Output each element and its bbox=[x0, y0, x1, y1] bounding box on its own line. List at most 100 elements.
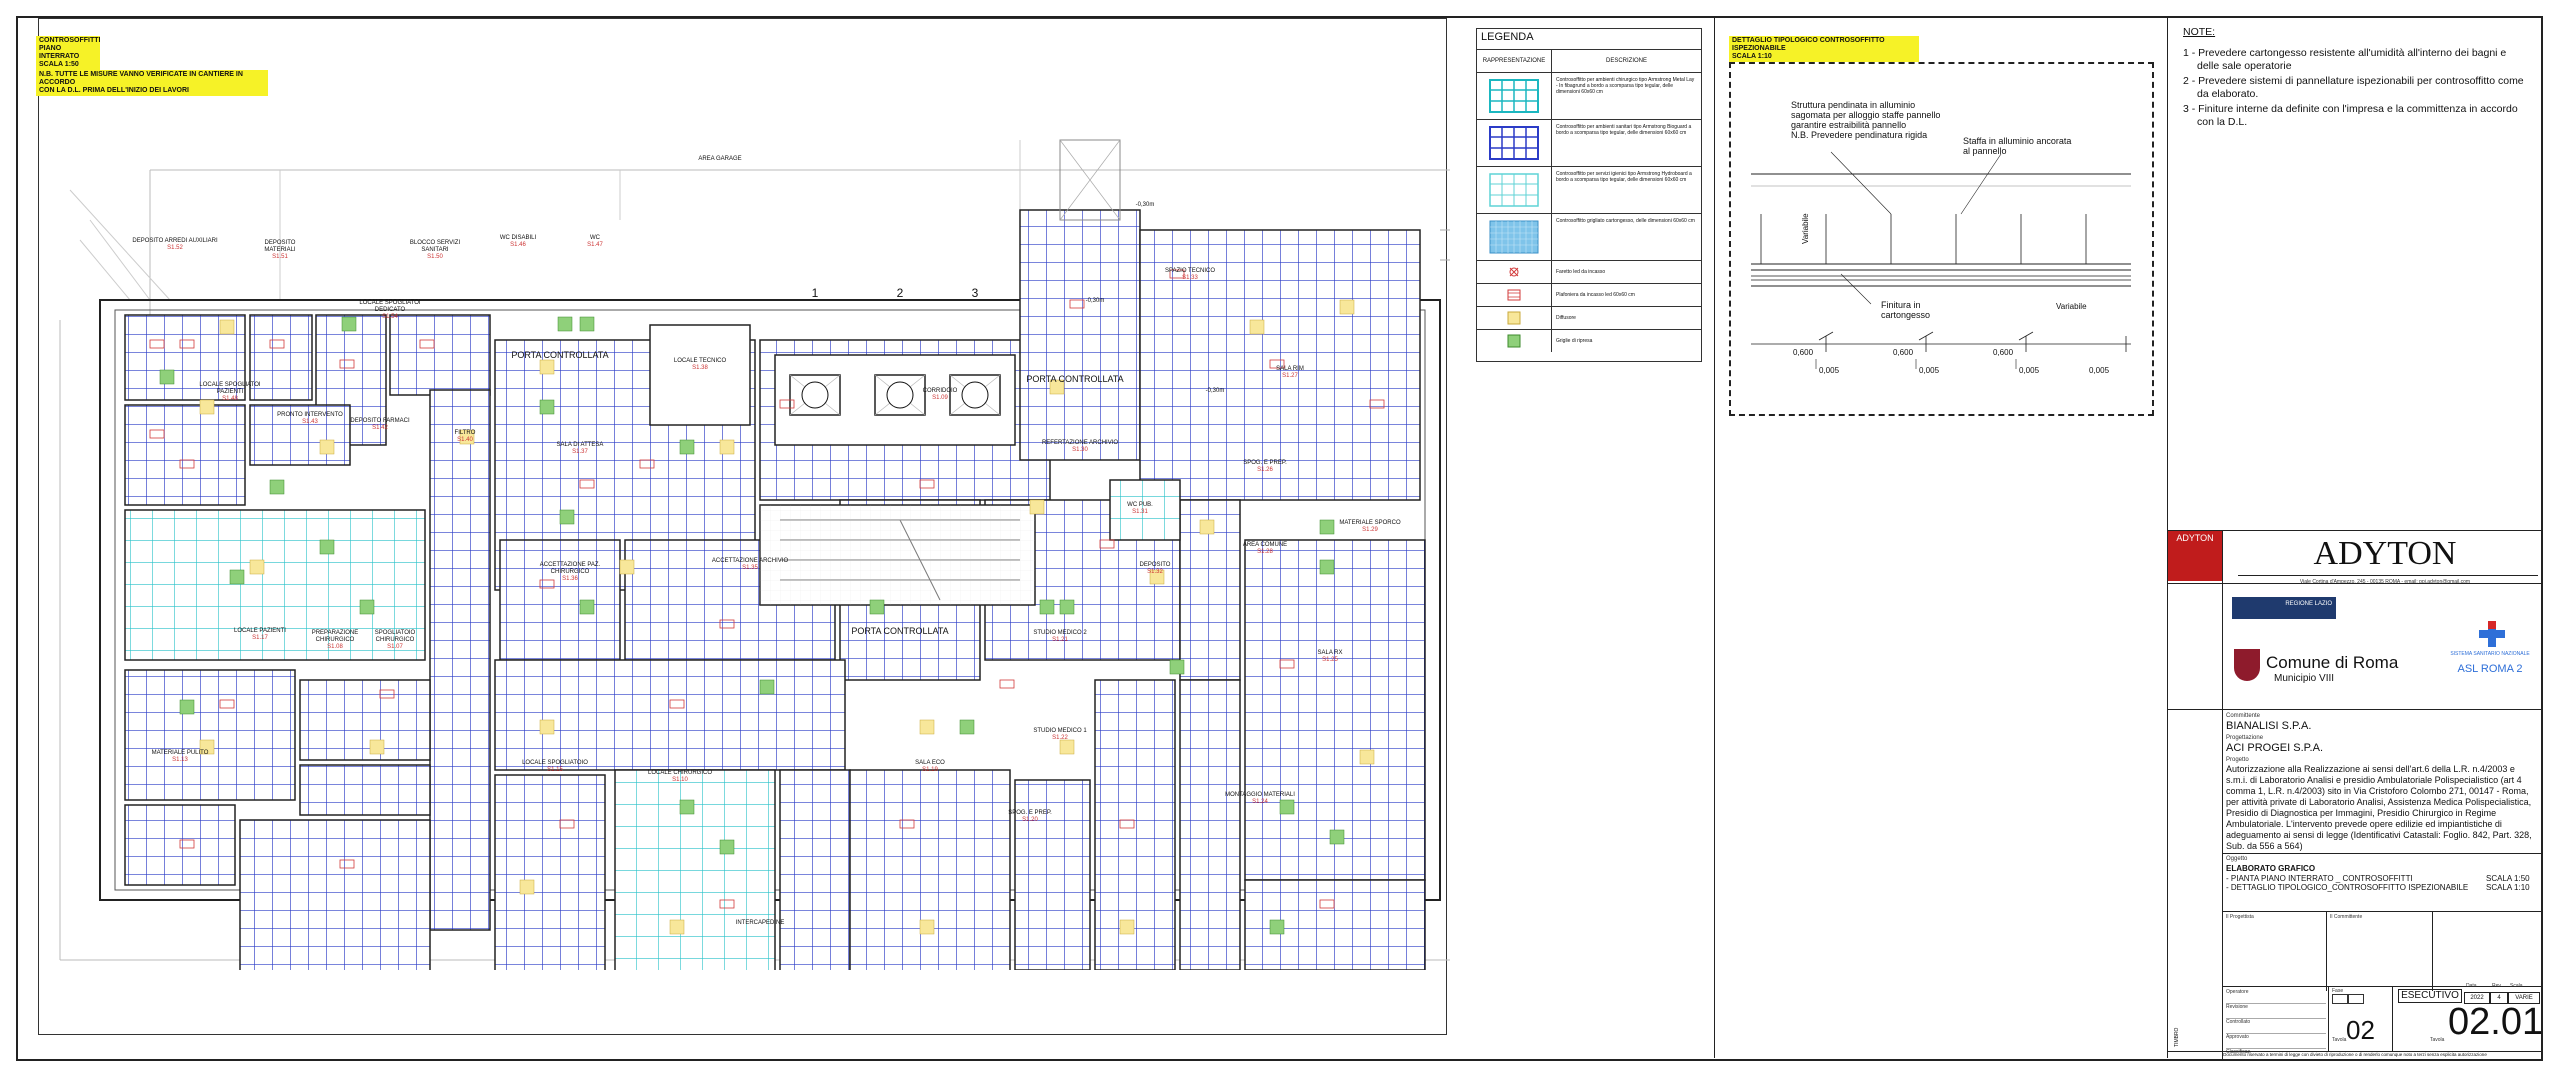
room-code: S1.40 bbox=[457, 437, 473, 443]
room-name: AREA COMUNE bbox=[1242, 542, 1288, 548]
elaborato-title: ELABORATO GRAFICO bbox=[2226, 864, 2316, 873]
room-name: STUDIO MEDICO 2 bbox=[1033, 630, 1087, 636]
room-code: S1.51 bbox=[272, 254, 288, 260]
room-code: S1.15 bbox=[547, 767, 563, 773]
legend-row: Griglie di ripresa bbox=[1477, 330, 1701, 352]
legend-description: Controsoffitto per ambienti chirurgico t… bbox=[1556, 77, 1695, 95]
warning-note-line: CON LA D.L. PRIMA DELL'INIZIO DEI LAVORI bbox=[39, 87, 189, 94]
room-name: ACCETTAZIONE ARCHIVIO bbox=[711, 558, 789, 564]
elevation-mark: -0,30m bbox=[1085, 298, 1105, 304]
room-label: STUDIO MEDICO 2 S1.21 bbox=[1020, 630, 1100, 644]
room-label: MATERIALE SPORCO S1.29 bbox=[1330, 520, 1410, 534]
legend-col-representation: RAPPRESENTAZIONE bbox=[1477, 50, 1552, 72]
room-name: WC bbox=[590, 235, 600, 241]
room-label: LOCALE SPOGLIATOI PAZIENTI S1.48 bbox=[195, 382, 265, 403]
room-label: SALA RX S1.25 bbox=[1300, 650, 1360, 664]
room-label: CORRIDOIO S1.09 bbox=[910, 388, 970, 402]
municipio-name: Municipio VIII bbox=[2274, 673, 2335, 684]
legend: LEGENDA RAPPRESENTAZIONE DESCRIZIONE Con… bbox=[1476, 28, 1702, 362]
room-label: DEPOSITO FARMACI S1.42 bbox=[350, 418, 410, 432]
oggetto-line-1: - PIANTA PIANO INTERRATO _ CONTROSOFFITT… bbox=[2226, 874, 2413, 883]
legend-row: Controsoffitto per servizi igienici tipo… bbox=[1477, 167, 1701, 214]
room-code: S1.29 bbox=[1362, 527, 1378, 533]
room-label: WC S1.47 bbox=[580, 235, 610, 249]
grid-solid-icon bbox=[1489, 220, 1539, 254]
legend-header: RAPPRESENTAZIONE DESCRIZIONE bbox=[1477, 50, 1701, 73]
scale-header: Scala bbox=[2510, 983, 2523, 989]
row-divider bbox=[2168, 709, 2542, 710]
stamp-label: TIMBRO bbox=[2174, 1027, 2180, 1047]
room-name: WC PUB. bbox=[1127, 502, 1153, 508]
room-code: S1.13 bbox=[172, 757, 188, 763]
room-label: AREA COMUNE S1.28 bbox=[1235, 542, 1295, 556]
tavola-code-label: Tavola bbox=[2430, 1037, 2445, 1043]
room-name: LOCALE CHIRURGICO bbox=[647, 770, 712, 776]
room-code: S1.21 bbox=[1052, 637, 1068, 643]
note-item: 1 - Prevedere cartongesso resistente all… bbox=[2183, 47, 2507, 72]
oggetto-label: Oggetto bbox=[2226, 856, 2248, 862]
room-code: S1.48 bbox=[222, 396, 238, 402]
detail-note-line: garantire estraibilità pannello bbox=[1791, 120, 1907, 130]
progetto-label: Progetto bbox=[2226, 757, 2249, 763]
detail-note-line: N.B. Prevedere pendinatura rigida bbox=[1791, 130, 1928, 140]
row-divider bbox=[2222, 853, 2542, 854]
diffuser-icon bbox=[1507, 311, 1521, 325]
room-label: LOCALE CHIRURGICO S1.10 bbox=[640, 770, 720, 784]
room-name: FILTRO bbox=[454, 430, 476, 436]
floor-plan: AREA GARAGE INTERCAPEDINE LOCALE TECNICO… bbox=[20, 100, 1460, 981]
legend-row: Plafoniera da incasso led 60x60 cm bbox=[1477, 284, 1701, 307]
col-divider bbox=[2328, 986, 2329, 1051]
legend-row: Controsoffitto per ambienti chirurgico t… bbox=[1477, 73, 1701, 120]
room-name: DEPOSITO bbox=[1139, 562, 1171, 568]
room-label: BLOCCO SERVIZI SANITARI S1.50 bbox=[400, 240, 470, 261]
room-label: SPAZIO TECNICO S1.33 bbox=[1145, 268, 1235, 282]
room-code: S1.08 bbox=[327, 644, 343, 650]
room-label: PREPARAZIONE CHIRURGICO S1.08 bbox=[305, 630, 365, 651]
room-label: DEPOSITO S1.32 bbox=[1130, 562, 1180, 576]
legend-row: Faretto led da incasso bbox=[1477, 261, 1701, 284]
locale-tecnico-label: LOCALE TECNICO S1.38 bbox=[650, 358, 750, 372]
row-divider bbox=[2222, 911, 2542, 912]
spotlight-icon bbox=[1509, 267, 1519, 277]
room-name: SALA DI ATTESA bbox=[556, 442, 604, 448]
progetto-description: Autorizzazione alla Realizzazione ai sen… bbox=[2226, 764, 2532, 851]
warning-note-box: N.B. TUTTE LE MISURE VANNO VERIFICATE IN… bbox=[36, 70, 268, 96]
variabile-label-right: Variabile bbox=[2056, 302, 2087, 311]
detail-note-finish: Finitura in cartongesso bbox=[1881, 300, 1930, 320]
porta-controllata-label: PORTA CONTROLLATA bbox=[511, 350, 609, 360]
room-name: LOCALE SPOGLIATOI DEDICATO bbox=[359, 300, 421, 313]
detail-title-line: DETTAGLIO TIPOLOGICO CONTROSOFFITTO ISPE… bbox=[1732, 37, 1885, 52]
detail-note-line: Staffa in alluminio ancorata bbox=[1963, 136, 2072, 146]
committente-value: BIANALISI S.P.A. bbox=[2226, 720, 2312, 732]
room-code: S1.10 bbox=[672, 777, 688, 783]
room-name: SPOG. E PREP. bbox=[1243, 460, 1287, 466]
room-name: MONTAGGIO MATERIALI bbox=[1225, 792, 1295, 798]
room-name: WC DISABILI bbox=[499, 235, 537, 241]
legend-description: Controsoffitto per servizi igienici tipo… bbox=[1556, 171, 1692, 183]
room-label: LOCALE SPOGLIATOI DEDICATO S1.54 bbox=[355, 300, 425, 321]
room-label: SPOG. E PREP. S1.26 bbox=[1235, 460, 1295, 474]
detail-note-line: al pannello bbox=[1963, 146, 2007, 156]
title-block: ADYTON ADYTON Viale Cortina d'Ampezzo, 2… bbox=[2168, 530, 2543, 1059]
room-code: S1.31 bbox=[1132, 509, 1148, 515]
warning-note-line: N.B. TUTTE LE MISURE VANNO VERIFICATE IN… bbox=[39, 71, 243, 86]
grid-cyan-icon bbox=[1489, 79, 1539, 113]
room-name: CORRIDOIO bbox=[922, 388, 958, 394]
room-label: SALA RIM S1.27 bbox=[1260, 366, 1320, 380]
room-label: FILTRO S1.40 bbox=[440, 430, 490, 444]
room-name: PREPARAZIONE CHIRURGICO bbox=[311, 630, 359, 643]
room-label: MATERIALE PULITO S1.13 bbox=[150, 750, 210, 764]
light-fixture-icon bbox=[1507, 289, 1521, 301]
approval-row: Controllato bbox=[2226, 1019, 2326, 1034]
porta-controllata-label-3: PORTA CONTROLLATA bbox=[851, 626, 949, 636]
room-name: PRONTO INTERVENTO bbox=[277, 412, 343, 418]
elevation-mark: -0,30m bbox=[1205, 388, 1225, 394]
regione-logo-text: REGIONE LAZIO bbox=[2285, 601, 2332, 607]
room-code: S1.22 bbox=[1052, 735, 1068, 741]
note-item: 3 - Finiture interne da definite con l'i… bbox=[2183, 103, 2518, 128]
elevator-number: 2 bbox=[896, 286, 904, 300]
col-divider bbox=[2432, 911, 2433, 991]
room-label: ACCETTAZIONE ARCHIVIO S1.35 bbox=[700, 558, 800, 572]
legend-row: Controsoffitto grigliato cartongesso, de… bbox=[1477, 214, 1701, 261]
dimension-label: 0,600 bbox=[1793, 348, 1814, 357]
